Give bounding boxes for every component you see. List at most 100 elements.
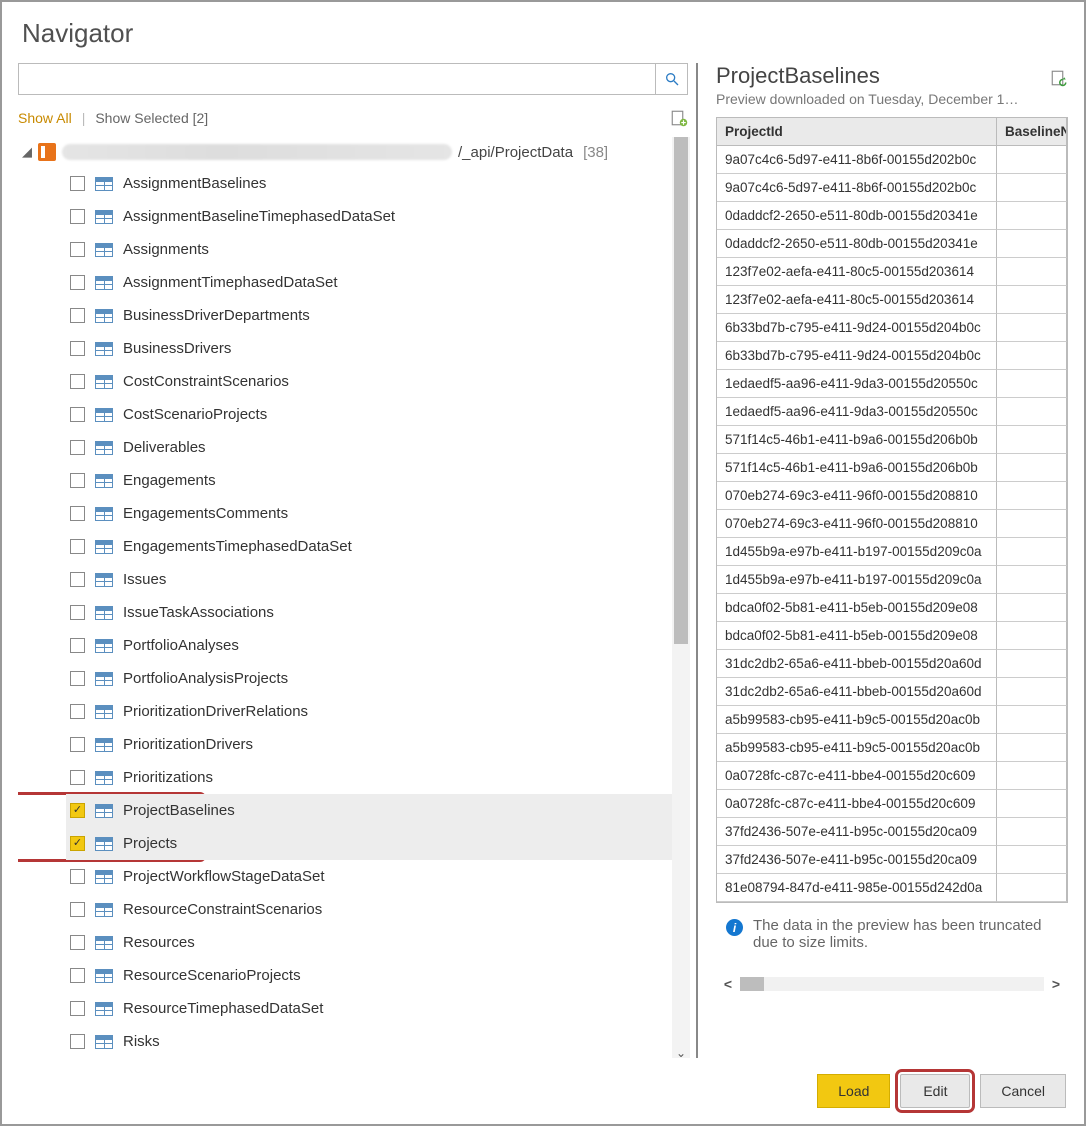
scroll-left-icon[interactable]: <	[716, 976, 740, 992]
table-row[interactable]: bdca0f02-5b81-e411-b5eb-00155d209e08	[717, 594, 1067, 622]
refresh-icon[interactable]	[1050, 69, 1068, 87]
table-item[interactable]: ProjectBaselines	[66, 794, 672, 827]
checkbox[interactable]	[70, 407, 85, 422]
table-item[interactable]: AssignmentBaselineTimephasedDataSet	[66, 200, 672, 233]
show-all-link[interactable]: Show All	[18, 110, 72, 126]
table-item[interactable]: PortfolioAnalyses	[66, 629, 672, 662]
table-item[interactable]: CostScenarioProjects	[66, 398, 672, 431]
show-selected-link[interactable]: Show Selected [2]	[95, 110, 208, 126]
checkbox[interactable]	[70, 638, 85, 653]
table-row[interactable]: a5b99583-cb95-e411-b9c5-00155d20ac0b	[717, 734, 1067, 762]
table-item[interactable]: Prioritizations	[66, 761, 672, 794]
table-item[interactable]: BusinessDrivers	[66, 332, 672, 365]
checkbox[interactable]	[70, 374, 85, 389]
table-row[interactable]: 1edaedf5-aa96-e411-9da3-00155d20550c	[717, 370, 1067, 398]
checkbox[interactable]	[70, 605, 85, 620]
column-header[interactable]: ProjectId	[717, 118, 997, 146]
table-row[interactable]: 1edaedf5-aa96-e411-9da3-00155d20550c	[717, 398, 1067, 426]
checkbox[interactable]	[70, 671, 85, 686]
table-row[interactable]: 571f14c5-46b1-e411-b9a6-00155d206b0b	[717, 454, 1067, 482]
table-item[interactable]: PrioritizationDriverRelations	[66, 695, 672, 728]
scroll-thumb[interactable]	[674, 137, 688, 644]
table-item[interactable]: Deliverables	[66, 431, 672, 464]
edit-button[interactable]: Edit	[900, 1074, 970, 1108]
table-row[interactable]: 81e08794-847d-e411-985e-00155d242d0a	[717, 874, 1067, 902]
checkbox[interactable]	[70, 935, 85, 950]
tables-tree[interactable]: ◢ /_api/ProjectData [38] AssignmentBasel…	[18, 137, 672, 1058]
checkbox[interactable]	[70, 440, 85, 455]
table-row[interactable]: 9a07c4c6-5d97-e411-8b6f-00155d202b0c	[717, 146, 1067, 174]
table-row[interactable]: 9a07c4c6-5d97-e411-8b6f-00155d202b0c	[717, 174, 1067, 202]
checkbox[interactable]	[70, 176, 85, 191]
checkbox[interactable]	[70, 869, 85, 884]
table-row[interactable]: 6b33bd7b-c795-e411-9d24-00155d204b0c	[717, 342, 1067, 370]
table-row[interactable]: 070eb274-69c3-e411-96f0-00155d208810	[717, 510, 1067, 538]
column-header[interactable]: BaselineN	[997, 118, 1067, 146]
table-item[interactable]: Issues	[66, 563, 672, 596]
table-row[interactable]: bdca0f02-5b81-e411-b5eb-00155d209e08	[717, 622, 1067, 650]
table-row[interactable]: 1d455b9a-e97b-e411-b197-00155d209c0a	[717, 566, 1067, 594]
cancel-button[interactable]: Cancel	[980, 1074, 1066, 1108]
caret-icon[interactable]: ◢	[22, 144, 32, 160]
tree-root[interactable]: ◢ /_api/ProjectData [38]	[18, 137, 672, 167]
preview-hscrollbar[interactable]: < >	[716, 975, 1068, 993]
search-input[interactable]	[18, 63, 656, 95]
checkbox[interactable]	[70, 572, 85, 587]
table-item[interactable]: ResourceTimephasedDataSet	[66, 992, 672, 1025]
table-item[interactable]: ResourceScenarioProjects	[66, 959, 672, 992]
table-row[interactable]: 0a0728fc-c87c-e411-bbe4-00155d20c609	[717, 790, 1067, 818]
table-row[interactable]: a5b99583-cb95-e411-b9c5-00155d20ac0b	[717, 706, 1067, 734]
checkbox[interactable]	[70, 275, 85, 290]
table-row[interactable]: 571f14c5-46b1-e411-b9a6-00155d206b0b	[717, 426, 1067, 454]
table-item[interactable]: Projects	[66, 827, 672, 860]
table-row[interactable]: 31dc2db2-65a6-e411-bbeb-00155d20a60d	[717, 678, 1067, 706]
checkbox[interactable]	[70, 836, 85, 851]
checkbox[interactable]	[70, 308, 85, 323]
checkbox[interactable]	[70, 242, 85, 257]
checkbox[interactable]	[70, 473, 85, 488]
checkbox[interactable]	[70, 902, 85, 917]
checkbox[interactable]	[70, 968, 85, 983]
table-row[interactable]: 123f7e02-aefa-e411-80c5-00155d203614	[717, 286, 1067, 314]
table-item[interactable]: ProjectWorkflowStageDataSet	[66, 860, 672, 893]
table-item[interactable]: ResourceConstraintScenarios	[66, 893, 672, 926]
table-item[interactable]: Engagements	[66, 464, 672, 497]
table-row[interactable]: 070eb274-69c3-e411-96f0-00155d208810	[717, 482, 1067, 510]
checkbox[interactable]	[70, 209, 85, 224]
checkbox[interactable]	[70, 704, 85, 719]
checkbox[interactable]	[70, 770, 85, 785]
scroll-down-icon[interactable]: ⌄	[672, 1046, 690, 1058]
table-item[interactable]: Resources	[66, 926, 672, 959]
table-item[interactable]: AssignmentTimephasedDataSet	[66, 266, 672, 299]
checkbox[interactable]	[70, 539, 85, 554]
checkbox[interactable]	[70, 803, 85, 818]
checkbox[interactable]	[70, 1001, 85, 1016]
table-item[interactable]: EngagementsComments	[66, 497, 672, 530]
search-button[interactable]	[656, 63, 688, 95]
tree-scrollbar[interactable]: ⌃ ⌄	[672, 137, 690, 1058]
table-row[interactable]: 6b33bd7b-c795-e411-9d24-00155d204b0c	[717, 314, 1067, 342]
table-item[interactable]: PortfolioAnalysisProjects	[66, 662, 672, 695]
hscroll-thumb[interactable]	[740, 977, 764, 991]
table-row[interactable]: 123f7e02-aefa-e411-80c5-00155d203614	[717, 258, 1067, 286]
table-row[interactable]: 37fd2436-507e-e411-b95c-00155d20ca09	[717, 846, 1067, 874]
table-item[interactable]: AssignmentBaselines	[66, 167, 672, 200]
load-button[interactable]: Load	[817, 1074, 890, 1108]
table-item[interactable]: IssueTaskAssociations	[66, 596, 672, 629]
table-row[interactable]: 0a0728fc-c87c-e411-bbe4-00155d20c609	[717, 762, 1067, 790]
table-row[interactable]: 37fd2436-507e-e411-b95c-00155d20ca09	[717, 818, 1067, 846]
table-item[interactable]: PrioritizationDrivers	[66, 728, 672, 761]
table-item[interactable]: Risks	[66, 1025, 672, 1058]
checkbox[interactable]	[70, 737, 85, 752]
table-row[interactable]: 1d455b9a-e97b-e411-b197-00155d209c0a	[717, 538, 1067, 566]
table-item[interactable]: Assignments	[66, 233, 672, 266]
checkbox[interactable]	[70, 341, 85, 356]
table-row[interactable]: 31dc2db2-65a6-e411-bbeb-00155d20a60d	[717, 650, 1067, 678]
table-row[interactable]: 0daddcf2-2650-e511-80db-00155d20341e	[717, 230, 1067, 258]
table-row[interactable]: 0daddcf2-2650-e511-80db-00155d20341e	[717, 202, 1067, 230]
table-item[interactable]: BusinessDriverDepartments	[66, 299, 672, 332]
scroll-right-icon[interactable]: >	[1044, 976, 1068, 992]
table-item[interactable]: EngagementsTimephasedDataSet	[66, 530, 672, 563]
table-item[interactable]: CostConstraintScenarios	[66, 365, 672, 398]
checkbox[interactable]	[70, 506, 85, 521]
